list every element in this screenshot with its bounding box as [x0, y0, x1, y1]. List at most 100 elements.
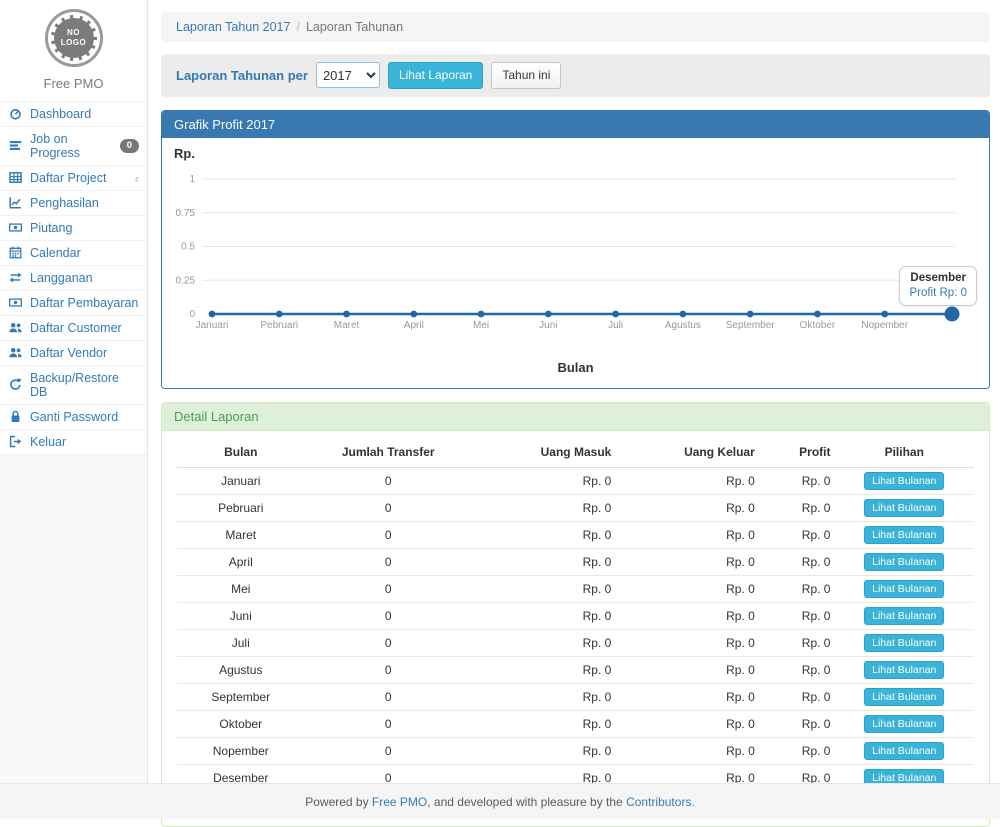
cell-uang-keluar: Rp. 0 [615, 602, 758, 629]
refresh-icon [9, 378, 24, 392]
cell-bulan: Maret [177, 521, 305, 548]
data-point-oktober[interactable] [814, 310, 821, 317]
table-row: Agustus0Rp. 0Rp. 0Rp. 0Lihat Bulanan [177, 656, 974, 683]
view-monthly-button[interactable]: Lihat Bulanan [864, 661, 944, 679]
cell-jumlah-transfer: 0 [305, 683, 472, 710]
view-monthly-button[interactable]: Lihat Bulanan [864, 607, 944, 625]
y-axis-title: Rp. [174, 146, 977, 164]
cell-jumlah-transfer: 0 [305, 521, 472, 548]
cell-uang-masuk: Rp. 0 [472, 602, 615, 629]
data-point-agustus[interactable] [680, 310, 687, 317]
cell-profit: Rp. 0 [759, 710, 835, 737]
x-tick-label: Agustus [665, 320, 701, 331]
cell-bulan: September [177, 683, 305, 710]
data-point-pebruari[interactable] [276, 310, 283, 317]
view-monthly-button[interactable]: Lihat Bulanan [864, 526, 944, 544]
this-year-button[interactable]: Tahun ini [491, 62, 561, 89]
cell-bulan: Juni [177, 602, 305, 629]
tasks-icon [9, 139, 24, 153]
money-icon [9, 221, 24, 235]
data-point-desember[interactable] [945, 306, 960, 321]
profit-line-chart: 00.250.50.751JanuariPebruariMaretAprilMe… [174, 164, 977, 360]
sidebar-item-label: Dashboard [30, 107, 91, 121]
breadcrumb-link[interactable]: Laporan Tahun 2017 [176, 20, 290, 34]
cell-profit: Rp. 0 [759, 656, 835, 683]
tooltip-title: Desember [909, 272, 967, 284]
cell-bulan: Juli [177, 629, 305, 656]
users-icon [9, 321, 24, 335]
view-monthly-button[interactable]: Lihat Bulanan [864, 742, 944, 760]
cell-uang-keluar: Rp. 0 [615, 494, 758, 521]
data-point-juni[interactable] [545, 310, 552, 317]
sidebar-item-backup-restore-db[interactable]: Backup/Restore DB [0, 366, 147, 405]
cell-jumlah-transfer: 0 [305, 710, 472, 737]
lock-icon [9, 410, 24, 424]
view-monthly-button[interactable]: Lihat Bulanan [864, 688, 944, 706]
cell-uang-masuk: Rp. 0 [472, 656, 615, 683]
sidebar-item-daftar-project[interactable]: Daftar Project‹ [0, 166, 147, 191]
sidebar-item-label: Calendar [30, 246, 81, 260]
x-tick-label: Januari [196, 320, 229, 331]
cell-profit: Rp. 0 [759, 602, 835, 629]
data-point-mei[interactable] [478, 310, 485, 317]
sidebar-item-dashboard[interactable]: Dashboard [0, 102, 147, 127]
sidebar-item-label: Langganan [30, 271, 93, 285]
logo-text-line1: NO [67, 28, 80, 38]
data-point-september[interactable] [747, 310, 754, 317]
column-header: Uang Masuk [472, 437, 615, 468]
data-point-januari[interactable] [209, 310, 216, 317]
sidebar-item-job-on-progress[interactable]: Job on Progress0 [0, 127, 147, 166]
view-monthly-button[interactable]: Lihat Bulanan [864, 499, 944, 517]
sidebar-item-daftar-customer[interactable]: Daftar Customer [0, 316, 147, 341]
table-row: Oktober0Rp. 0Rp. 0Rp. 0Lihat Bulanan [177, 710, 974, 737]
year-select[interactable]: 2017 [316, 62, 380, 88]
data-point-juli[interactable] [612, 310, 619, 317]
cell-pilihan: Lihat Bulanan [834, 494, 974, 521]
report-table: BulanJumlah TransferUang MasukUang Kelua… [177, 437, 974, 814]
cell-pilihan: Lihat Bulanan [834, 521, 974, 548]
view-monthly-button[interactable]: Lihat Bulanan [864, 472, 944, 490]
cell-jumlah-transfer: 0 [305, 602, 472, 629]
sidebar-item-label: Keluar [30, 435, 66, 449]
view-monthly-button[interactable]: Lihat Bulanan [864, 580, 944, 598]
column-header: Jumlah Transfer [305, 437, 472, 468]
sidebar: NO LOGO Free PMO DashboardJob on Progres… [0, 0, 148, 819]
year-filter-bar: Laporan Tahunan per 2017 Lihat Laporan T… [161, 54, 990, 97]
sidebar-item-label: Job on Progress [30, 132, 114, 160]
cell-uang-keluar: Rp. 0 [615, 629, 758, 656]
cell-pilihan: Lihat Bulanan [834, 548, 974, 575]
sidebar-item-langganan[interactable]: Langganan [0, 266, 147, 291]
data-point-april[interactable] [410, 310, 417, 317]
x-tick-label: April [404, 320, 424, 331]
year-filter-label: Laporan Tahunan per [176, 68, 308, 83]
sidebar-item-daftar-vendor[interactable]: Daftar Vendor [0, 341, 147, 366]
table-header-row: BulanJumlah TransferUang MasukUang Kelua… [177, 437, 974, 468]
view-monthly-button[interactable]: Lihat Bulanan [864, 715, 944, 733]
sidebar-item-piutang[interactable]: Piutang [0, 216, 147, 241]
data-point-nopember[interactable] [881, 310, 888, 317]
sidebar-item-daftar-pembayaran[interactable]: Daftar Pembayaran [0, 291, 147, 316]
app-root: NO LOGO Free PMO DashboardJob on Progres… [0, 0, 1000, 827]
table-row: Januari0Rp. 0Rp. 0Rp. 0Lihat Bulanan [177, 467, 974, 494]
y-tick-label: 1 [189, 174, 195, 185]
cell-pilihan: Lihat Bulanan [834, 467, 974, 494]
sidebar-item-penghasilan[interactable]: Penghasilan [0, 191, 147, 216]
view-monthly-button[interactable]: Lihat Bulanan [864, 553, 944, 571]
sidebar-item-calendar[interactable]: Calendar [0, 241, 147, 266]
table-row: September0Rp. 0Rp. 0Rp. 0Lihat Bulanan [177, 683, 974, 710]
sidebar-item-ganti-password[interactable]: Ganti Password [0, 405, 147, 430]
view-monthly-button[interactable]: Lihat Bulanan [864, 634, 944, 652]
x-tick-label: Maret [334, 320, 360, 331]
view-report-button[interactable]: Lihat Laporan [388, 62, 483, 89]
cell-uang-keluar: Rp. 0 [615, 737, 758, 764]
sidebar-item-label: Penghasilan [30, 196, 99, 210]
chart-tooltip: Desember Profit Rp: 0 [899, 266, 977, 306]
calendar-icon [9, 246, 24, 260]
cell-profit: Rp. 0 [759, 683, 835, 710]
footer-link-contributors[interactable]: Contributors. [626, 795, 695, 809]
footer-link-freepmo[interactable]: Free PMO [372, 795, 427, 809]
cell-jumlah-transfer: 0 [305, 575, 472, 602]
data-point-maret[interactable] [343, 310, 350, 317]
sidebar-item-keluar[interactable]: Keluar [0, 430, 147, 455]
sidebar-item-label: Daftar Pembayaran [30, 296, 138, 310]
